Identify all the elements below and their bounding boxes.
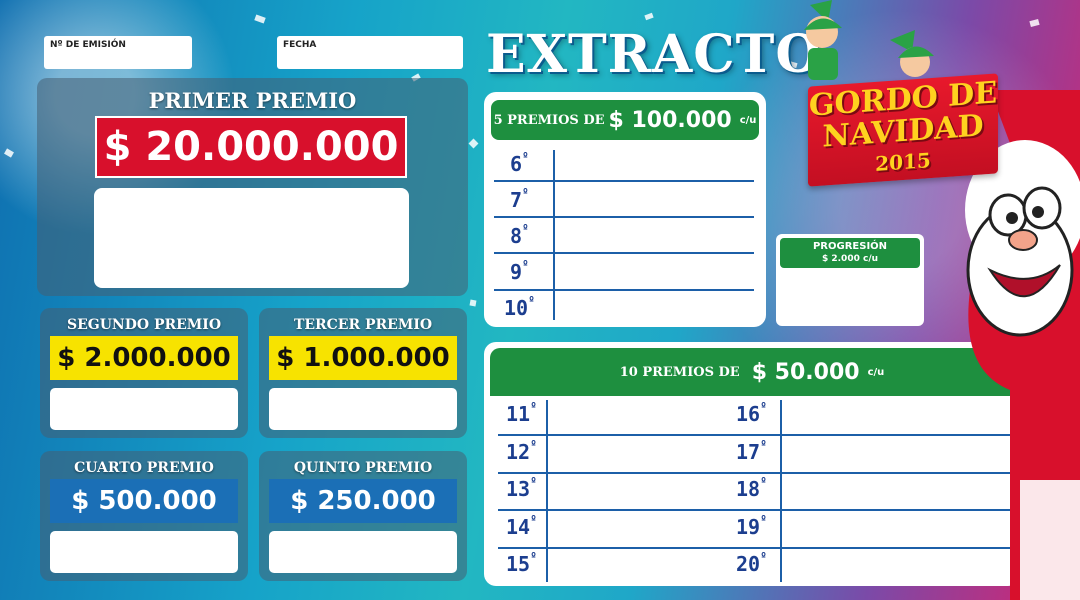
card-5-amount: $ 100.000 [608,107,732,133]
confetti [644,12,654,21]
page-title: EXTRACTO [486,24,822,85]
confetti [254,14,266,24]
card-10-right-divider [780,400,782,582]
card-5-row-num: 8º [510,222,529,248]
card-5-row-line [494,252,754,254]
card-10-row-num: 12º [506,438,537,464]
confetti [468,138,479,149]
cuarto-premio-result-box[interactable] [50,531,238,573]
progresion-subtitle: $ 2.000 c/u [821,254,879,264]
fecha-label: FECHA [283,40,317,50]
primer-premio-amount: $ 20.000.000 [95,116,407,178]
card-5-prefix: 5 PREMIOS DE [493,112,605,128]
card-5-row-num: 9º [510,258,529,284]
confetti [469,299,477,307]
primer-premio-title: PRIMER PREMIO [148,88,357,113]
quinto-premio-panel: QUINTO PREMIO $ 250.000 [259,451,467,581]
quinto-premio-result-box[interactable] [269,531,457,573]
card-10-row-num: 13º [506,475,537,501]
card-5-divider [553,150,555,320]
card-10-row-num: 18º [736,475,767,501]
card-5-header: 5 PREMIOS DE $ 100.000 c/u [491,100,759,140]
fecha-field[interactable]: FECHA [277,36,463,69]
confetti [4,148,14,158]
card-10-row-num: 16º [736,400,767,426]
progresion-result-box[interactable] [780,272,920,322]
card-5-suffix: c/u [739,114,757,126]
emision-label: Nº DE EMISIÓN [50,40,126,50]
quinto-premio-amount: $ 250.000 [269,479,457,523]
card-5-row-num: 10º [504,294,535,320]
tercer-premio-panel: TERCER PREMIO $ 1.000.000 [259,308,467,438]
progresion-header: PROGRESIÓN $ 2.000 c/u [780,238,920,268]
tercer-premio-amount: $ 1.000.000 [269,336,457,380]
card-5-row-line [494,216,754,218]
primer-premio-panel: PRIMER PREMIO $ 20.000.000 [37,78,468,296]
emision-field[interactable]: Nº DE EMISIÓN [44,36,192,69]
cuarto-premio-title: CUARTO PREMIO [74,460,214,476]
cuarto-premio-amount: $ 500.000 [50,479,238,523]
card-10-row-num: 19º [736,513,767,539]
card-5-premios: 5 PREMIOS DE $ 100.000 c/u 6º 7º 8º 9º 1… [484,92,766,327]
card-10-left-divider [546,400,548,582]
card-10-amount: $ 50.000 [751,359,860,385]
card-5-row-line [494,180,754,182]
segundo-premio-result-box[interactable] [50,388,238,430]
card-5-row-num: 6º [510,150,529,176]
progresion-title: PROGRESIÓN [812,241,888,252]
primer-premio-result-box[interactable] [94,188,409,288]
card-10-row-num: 17º [736,438,767,464]
card-5-row-line [494,289,754,291]
tercer-premio-title: TERCER PREMIO [293,317,433,333]
card-10-row-num: 20º [736,550,767,576]
confetti [1029,18,1040,28]
segundo-premio-panel: SEGUNDO PREMIO $ 2.000.000 [40,308,248,438]
elves-illustration [804,0,934,80]
gordo-navidad-banner: GORDO DE NAVIDAD 2015 [808,73,998,187]
cuarto-premio-panel: CUARTO PREMIO $ 500.000 [40,451,248,581]
card-10-row-num: 15º [506,550,537,576]
tercer-premio-result-box[interactable] [269,388,457,430]
progresion-panel: PROGRESIÓN $ 2.000 c/u [776,234,924,326]
segundo-premio-title: SEGUNDO PREMIO [66,317,222,333]
quinto-premio-title: QUINTO PREMIO [293,460,433,476]
card-5-row-num: 7º [510,186,529,212]
card-10-suffix: c/u [867,366,885,378]
card-10-prefix: 10 PREMIOS DE [619,364,740,380]
card-10-row-num: 14º [506,513,537,539]
card-10-row-num: 11º [506,400,537,426]
segundo-premio-amount: $ 2.000.000 [50,336,238,380]
